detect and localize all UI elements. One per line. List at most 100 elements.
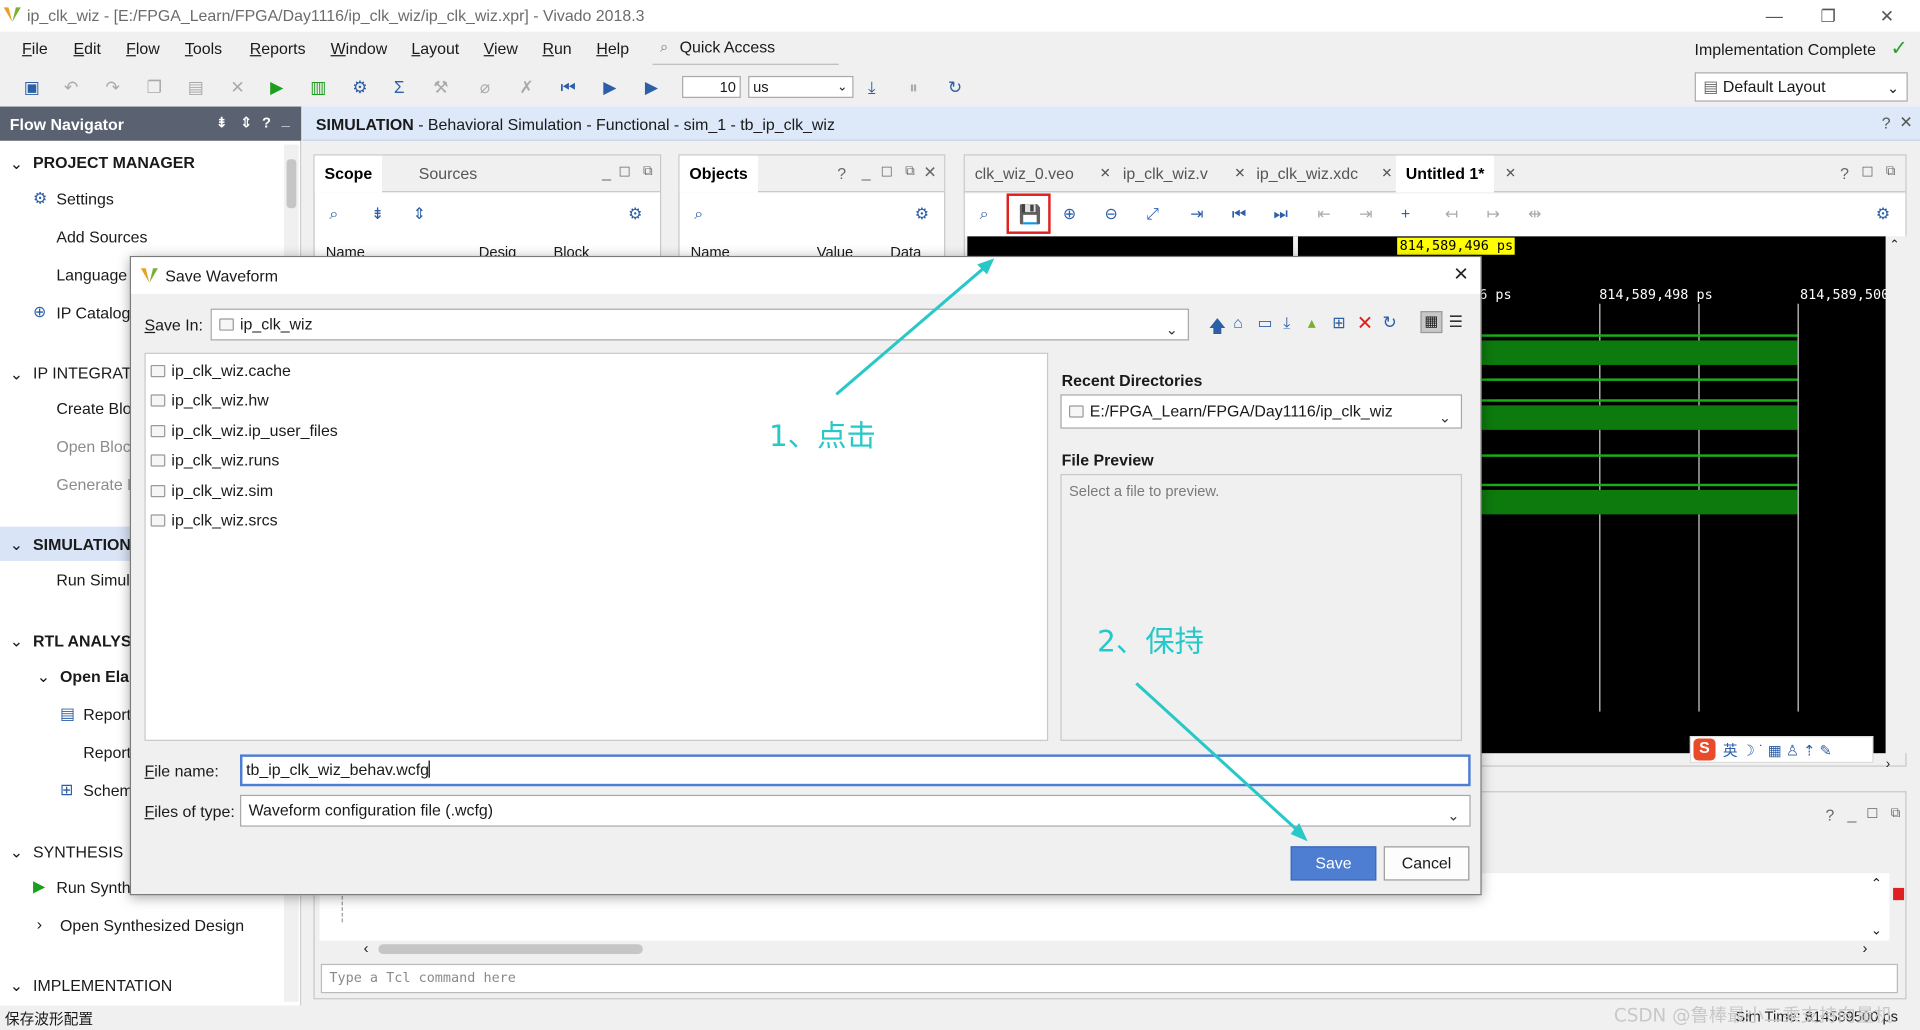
- chevron-down-icon[interactable]: ⌄: [10, 976, 23, 996]
- recent-directories-select[interactable]: E:/FPGA_Learn/FPGA/Day1116/ip_clk_wiz ⌄: [1060, 394, 1463, 429]
- program-device-icon[interactable]: ▥: [306, 75, 330, 99]
- cancel-button[interactable]: Cancel: [1383, 846, 1470, 881]
- menu-run[interactable]: Run: [542, 39, 571, 57]
- refresh-icon[interactable]: ↻: [1382, 312, 1396, 333]
- restart-icon[interactable]: ⏮: [556, 75, 580, 99]
- maximize-panel-icon[interactable]: ☐: [881, 164, 893, 180]
- menu-view[interactable]: View: [484, 39, 518, 57]
- tcl-horizontal-scrollbar[interactable]: [358, 941, 1865, 957]
- float-panel-icon[interactable]: ⧉: [1886, 164, 1896, 180]
- close-icon[interactable]: ✕: [923, 163, 936, 183]
- project-icon[interactable]: ▴: [1308, 314, 1316, 334]
- cross-probe-icon[interactable]: ✗: [514, 75, 538, 99]
- help-icon[interactable]: ?: [1882, 114, 1891, 132]
- chevron-down-icon[interactable]: ⌄: [37, 667, 50, 687]
- maximize-panel-icon[interactable]: ☐: [619, 164, 631, 180]
- minimize-panel-icon[interactable]: _: [282, 111, 290, 128]
- close-tab-icon[interactable]: ✕: [1234, 165, 1245, 182]
- step-icon[interactable]: ⤓: [860, 75, 884, 99]
- nav-language-templates[interactable]: Language T: [56, 266, 141, 284]
- tab-sources[interactable]: Sources: [409, 156, 487, 193]
- nav-open-elaborated-design[interactable]: Open Elab: [60, 667, 139, 685]
- go-to-end-icon[interactable]: ⏭: [1273, 205, 1287, 225]
- help-icon[interactable]: ?: [837, 164, 846, 182]
- search-icon[interactable]: ⌕: [694, 205, 703, 225]
- menu-layout[interactable]: Layout: [411, 39, 459, 57]
- save-in-select[interactable]: ip_clk_wiz ⌄: [210, 308, 1189, 341]
- tcl-command-input[interactable]: Type a Tcl command here: [320, 963, 1898, 994]
- list-item[interactable]: ip_clk_wiz.sim: [150, 481, 273, 500]
- chevron-down-icon[interactable]: ⌄: [10, 154, 23, 174]
- redo-icon[interactable]: ↷: [100, 75, 124, 99]
- chevron-down-icon[interactable]: ⌄: [10, 843, 23, 863]
- gear-icon[interactable]: ⚙: [915, 205, 929, 225]
- go-to-start-icon[interactable]: ⏮: [1232, 205, 1246, 225]
- list-item[interactable]: ip_clk_wiz.ip_user_files: [150, 421, 338, 440]
- maximize-panel-icon[interactable]: ☐: [1866, 806, 1878, 822]
- menu-flow[interactable]: Flow: [126, 39, 160, 57]
- close-tab-icon[interactable]: ✕: [1381, 165, 1392, 182]
- menu-edit[interactable]: Edit: [73, 39, 100, 57]
- save-button[interactable]: Save: [1290, 846, 1377, 881]
- scroll-right-icon[interactable]: ›: [1886, 753, 1907, 772]
- nav-open-block-design[interactable]: Open Block: [56, 437, 138, 455]
- zoom-in-icon[interactable]: ⊕: [1063, 205, 1076, 225]
- menu-window[interactable]: Window: [331, 39, 388, 57]
- open-project-icon[interactable]: ▣: [20, 75, 44, 99]
- expand-icon[interactable]: ⇕: [240, 114, 252, 131]
- list-item[interactable]: ip_clk_wiz.hw: [150, 391, 269, 409]
- section-rtl-analysis[interactable]: RTL ANALYSI: [33, 632, 136, 650]
- nav-schematic[interactable]: Schem: [83, 781, 133, 799]
- menu-tools[interactable]: Tools: [185, 39, 222, 57]
- list-item[interactable]: ip_clk_wiz.runs: [150, 451, 279, 469]
- scrollbar-thumb[interactable]: [378, 944, 643, 955]
- help-icon[interactable]: ?: [1825, 806, 1834, 824]
- grid-view-icon[interactable]: ▦: [1420, 311, 1443, 334]
- nav-report-1[interactable]: Report: [83, 705, 131, 723]
- chevron-down-icon[interactable]: ⌄: [10, 632, 23, 652]
- nav-generate-block-design[interactable]: Generate B: [56, 475, 137, 493]
- signal-waveform[interactable]: [1481, 454, 1798, 457]
- download-icon[interactable]: ⤓: [1283, 314, 1290, 334]
- restore-button[interactable]: ❐: [1800, 2, 1856, 29]
- scroll-left-icon[interactable]: ‹: [364, 939, 369, 956]
- search-icon[interactable]: ⌕: [980, 205, 989, 225]
- swap-cursors-icon[interactable]: ⇹: [1528, 205, 1541, 225]
- tab-clk-wiz-veo[interactable]: clk_wiz_0.veo: [965, 156, 1084, 193]
- paste-icon[interactable]: ▤: [184, 75, 208, 99]
- file-list[interactable]: ip_clk_wiz.cache ip_clk_wiz.hw ip_clk_wi…: [144, 352, 1049, 741]
- bus-waveform[interactable]: [1481, 405, 1798, 430]
- desktop-icon[interactable]: ▭: [1258, 314, 1273, 334]
- maximize-panel-icon[interactable]: ☐: [1861, 164, 1873, 180]
- bus-waveform[interactable]: [1481, 489, 1798, 515]
- scroll-up-icon[interactable]: ⌃: [1889, 239, 1899, 252]
- probe-icon[interactable]: ⌀: [473, 75, 497, 99]
- float-panel-icon[interactable]: ⧉: [905, 164, 915, 180]
- list-item[interactable]: ip_clk_wiz.cache: [150, 361, 291, 380]
- add-marker-icon[interactable]: +: [1401, 205, 1410, 223]
- signal-waveform[interactable]: [1481, 483, 1798, 487]
- quick-access-search[interactable]: ⌕ Quick Access: [652, 33, 839, 65]
- ime-toolbar[interactable]: S 英 ☽ ˙ ▦ ♙ ⇡ ✎: [1689, 736, 1874, 763]
- menu-file[interactable]: File: [22, 39, 48, 57]
- scroll-up-icon[interactable]: ⌃: [1871, 876, 1882, 892]
- nav-run-simulation[interactable]: Run Simula: [56, 571, 138, 589]
- signal-waveform[interactable]: [1481, 378, 1798, 381]
- tab-untitled-1[interactable]: Untitled 1*: [1395, 155, 1495, 193]
- nav-create-block-design[interactable]: Create Bloc: [56, 399, 139, 417]
- run-all-icon[interactable]: ▶: [598, 75, 622, 99]
- run-icon[interactable]: ▶: [264, 75, 288, 99]
- section-simulation[interactable]: SIMULATION: [33, 535, 131, 553]
- next-transition-icon[interactable]: ⇥: [1359, 205, 1372, 225]
- minimize-panel-icon[interactable]: _: [1847, 805, 1856, 823]
- tab-ip-clk-wiz-v[interactable]: ip_clk_wiz.v: [1113, 156, 1218, 193]
- run-time-input[interactable]: 10: [682, 75, 741, 98]
- break-icon[interactable]: ⏸: [901, 75, 925, 99]
- gear-icon[interactable]: ⚙: [628, 205, 642, 225]
- debug-icon[interactable]: ⚒: [429, 75, 453, 99]
- signal-waveform[interactable]: [1481, 334, 1798, 337]
- list-view-icon[interactable]: ☰: [1449, 312, 1463, 332]
- section-synthesis[interactable]: SYNTHESIS: [33, 843, 123, 861]
- signal-waveform[interactable]: [1481, 399, 1798, 402]
- close-tab-icon[interactable]: ✕: [1100, 165, 1111, 182]
